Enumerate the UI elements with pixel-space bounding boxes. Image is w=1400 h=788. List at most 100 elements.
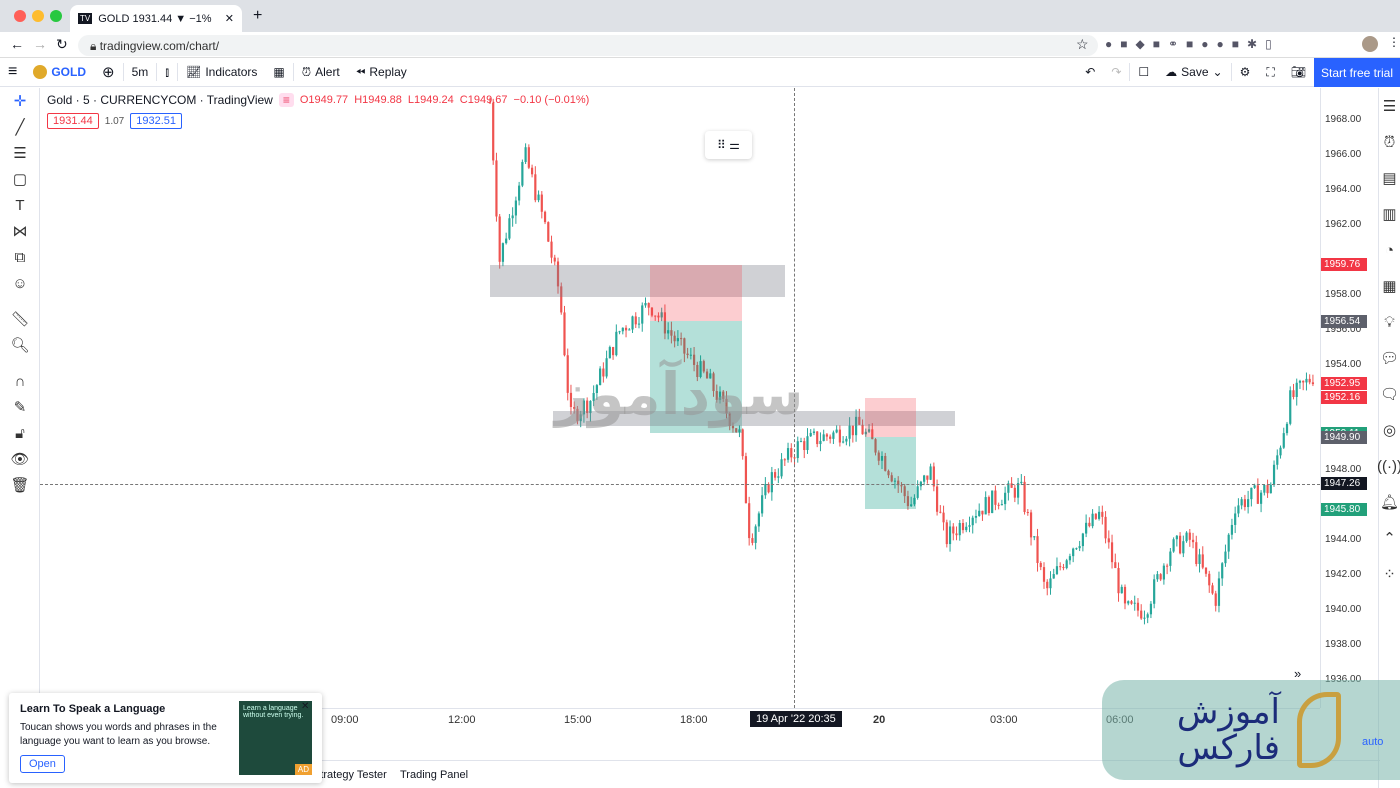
auto-scale-toggle[interactable]: auto [1362,736,1383,748]
short-position-stop[interactable] [650,265,742,321]
camera-icon[interactable]: 📷︎ [1283,58,1314,86]
legend-toggle-icon[interactable]: ≡ [278,93,294,107]
bookmark-star-icon[interactable]: ☆ [1076,36,1089,53]
pattern-icon[interactable]: ⋈ [0,218,40,244]
ruler-icon[interactable]: 📏︎ [0,306,40,332]
profile-avatar[interactable] [1362,36,1378,52]
close-tab-icon[interactable]: ✕ [225,12,234,25]
alarm-icon[interactable]: ⏰︎ [1379,124,1400,160]
pie-icon[interactable]: ◔ [1379,232,1400,268]
ad-image[interactable]: Learn a language without even trying. AD [239,701,312,775]
candle-body [608,347,611,359]
magnet-icon[interactable]: ∩ [0,368,40,394]
indicators-button[interactable]: 📈︎ Indicators [178,58,265,86]
layouts-icon[interactable]: ▦ [265,58,292,86]
crosshair-icon[interactable]: ✛ [0,88,40,114]
news-icon[interactable]: ▤ [1379,160,1400,196]
browser-tab[interactable]: TV GOLD 1931.44 ▼ −1% ✕ [70,5,242,32]
close-window-button[interactable] [14,10,26,22]
price-label: 1947.26 [1321,476,1367,490]
candle-body [644,303,647,306]
candle-body [1136,602,1140,611]
replay-button[interactable]: ⏪︎ Replay [348,58,415,86]
extensions-icons[interactable]: ●■◆■⚭■●●■✱▯ [1105,37,1280,51]
lock-icon: 🔒︎ [90,39,100,53]
fullscreen-icon[interactable]: ⛶ [1258,58,1282,86]
lock-drawing-icon[interactable]: ✎ [0,394,40,420]
price-tick: 1958.00 [1325,289,1362,300]
symbol-search-button[interactable]: GOLD [25,58,94,86]
chat-icon[interactable]: 💬︎ [1379,340,1400,376]
reload-icon[interactable]: ↻ [56,36,68,53]
chevrons-icon[interactable]: ⌃ [1379,520,1400,556]
price-axis[interactable]: 1968.00 1966.00 1964.00 1962.00 1958.00 1956.… [1320,88,1378,708]
price-tick: 1948.00 [1325,464,1362,475]
message-icon[interactable]: 🗨︎ [1379,376,1400,412]
maximize-window-button[interactable] [50,10,62,22]
candle-body [547,222,550,242]
new-tab-button[interactable]: + [253,7,262,25]
save-button[interactable]: ☁︎ Save ⌄ [1157,58,1230,86]
watchlist-icon[interactable]: ☰ [1379,88,1400,124]
candle-body [618,331,621,333]
scroll-to-latest-icon[interactable]: » [1294,666,1301,681]
calendar-icon[interactable]: ▦ [1379,268,1400,304]
candle-body [1013,487,1016,498]
interval-button[interactable]: 5m [124,58,157,86]
candle-body [1146,614,1149,618]
candle-body [527,147,530,168]
lock-icon[interactable]: 🔓︎ [0,420,40,446]
drawing-settings-floating-toolbar[interactable]: ⠿ ⚌ [705,131,752,159]
redo-icon[interactable]: ↷ [1103,58,1129,86]
sell-price-button[interactable]: 1931.44 [47,113,99,129]
text-icon[interactable]: T [0,192,40,218]
candle-body [553,257,556,262]
rectangle-icon[interactable]: ▢ [0,166,40,192]
fib-icon[interactable]: ☰ [0,140,40,166]
menu-icon[interactable]: ≡ [0,58,25,86]
zoom-in-icon[interactable]: 🔍︎ [0,332,40,358]
dots-grid-icon[interactable]: ⁘ [1379,556,1400,592]
candle-body [1101,511,1104,517]
eye-icon[interactable]: 👁︎ [0,446,40,472]
candle-body [1068,556,1072,561]
tab-strategy-tester[interactable]: Strategy Tester [313,769,387,781]
trend-line-icon[interactable]: ╱ [0,114,40,140]
time-tick: 15:00 [564,714,592,726]
forward-icon[interactable]: → [33,36,47,52]
candle-body [1055,566,1059,575]
alert-button[interactable]: ⏰︎ Alert [294,58,348,86]
short-position-target-2[interactable] [865,437,916,509]
candle-body [819,440,822,445]
ad-image-text: Learn a language without even trying. [243,705,304,719]
tab-trading-panel[interactable]: Trading Panel [400,769,468,781]
compare-symbol-button[interactable]: ⊕ [94,58,123,86]
back-icon[interactable]: ← [10,36,24,52]
time-tick: 18:00 [680,714,708,726]
ad-open-button[interactable]: Open [20,755,65,773]
emoji-icon[interactable]: ☺ [0,270,40,296]
candle-body [495,160,498,217]
browser-menu-icon[interactable]: ⋮ [1388,35,1400,49]
idea-bulb-icon[interactable]: 💡︎ [1379,304,1400,340]
forecast-icon[interactable]: ⧉ [0,244,40,270]
trash-icon[interactable]: 🗑︎ [0,472,40,498]
candle-body [1259,492,1263,504]
settings-gear-icon[interactable]: ⚙︎ [1232,58,1259,86]
undo-icon[interactable]: ↶ [1077,58,1103,86]
minimize-window-button[interactable] [32,10,44,22]
short-position-stop-2[interactable] [865,398,916,437]
ad-close-icon[interactable]: ✕ [301,701,309,712]
hotlist-icon[interactable]: ▥ [1379,196,1400,232]
replay-label: Replay [369,65,407,79]
candles-style-icon[interactable]: ⫾ [157,58,177,86]
url-input[interactable]: 🔒︎ tradingview.com/chart/ [78,35,1098,56]
layout-square-icon[interactable]: ☐ [1130,58,1157,86]
broadcast-icon[interactable]: ((·)) [1377,448,1400,484]
price-tick: 1962.00 [1325,219,1362,230]
time-tick: 03:00 [990,714,1018,726]
streams-icon[interactable]: ◎ [1379,412,1400,448]
start-free-trial-button[interactable]: Start free trial [1314,58,1400,87]
bell-icon[interactable]: 🔔︎ [1379,484,1400,520]
buy-price-button[interactable]: 1932.51 [130,113,182,129]
